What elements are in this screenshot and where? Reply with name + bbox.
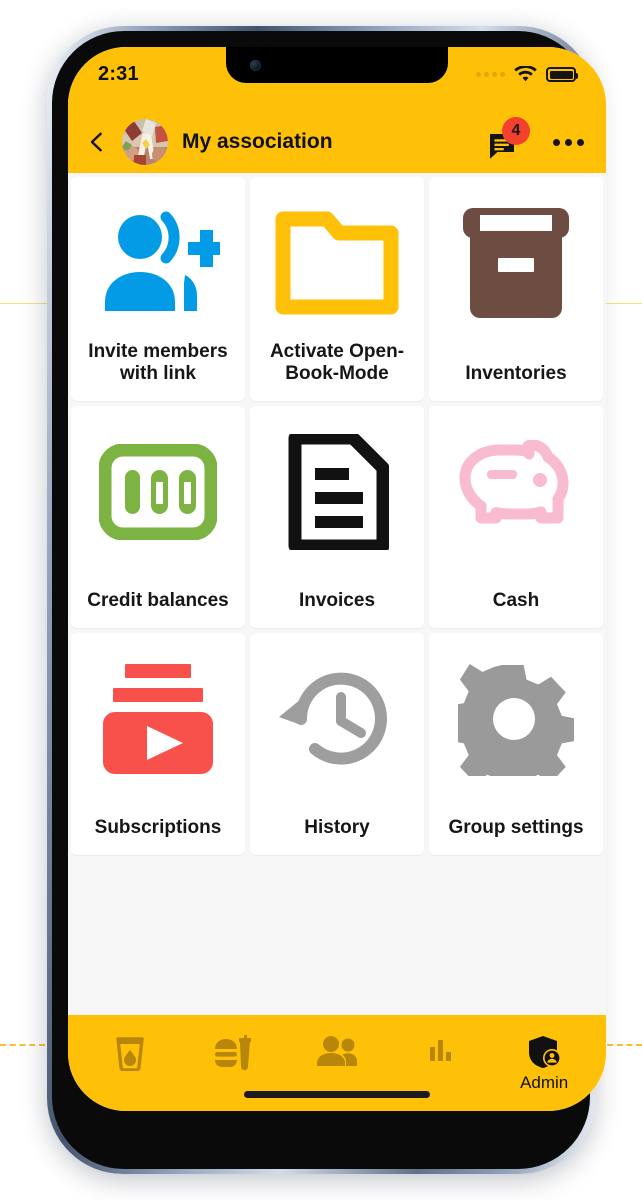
battery-full-icon [546, 67, 578, 82]
home-indicator[interactable] [244, 1091, 430, 1098]
front-camera-icon [250, 60, 261, 71]
dashboard-grid: Invite members with link Activate Open-B… [68, 177, 606, 401]
tile-label: Invite members with link [88, 340, 228, 384]
phone-screen: 2:31 My association 4 Invite members wit… [68, 47, 606, 1111]
tile-open-book-mode[interactable]: Activate Open-Book-Mode [250, 177, 424, 401]
tile-label: Cash [492, 589, 540, 611]
dashboard-grid-row-3: Subscriptions History Group settings [68, 633, 606, 855]
screenshot-stage: 2:31 My association 4 Invite members wit… [0, 0, 642, 1200]
tile-invoices[interactable]: Invoices [250, 406, 424, 628]
nav-item-drinks[interactable] [98, 1035, 162, 1071]
inventory-box-icon [460, 199, 572, 327]
piggy-bank-icon [455, 428, 577, 556]
tile-label: Activate Open-Book-Mode [269, 340, 405, 384]
tile-credit-balances[interactable]: Credit balances [71, 406, 245, 628]
gear-settings-icon [458, 655, 574, 783]
fastfood-icon [215, 1035, 252, 1070]
money-100-icon [99, 428, 217, 556]
tile-subscriptions[interactable]: Subscriptions [71, 633, 245, 855]
content-spacer [68, 855, 606, 1015]
signal-dots-icon [476, 72, 505, 77]
nav-item-food[interactable] [201, 1035, 265, 1071]
person-add-icon [96, 199, 220, 327]
nav-item-statistics[interactable] [409, 1035, 473, 1065]
page-title: My association [182, 130, 333, 153]
bar-chart-icon [429, 1040, 451, 1061]
status-indicators [476, 63, 578, 83]
tile-label: Credit balances [87, 589, 229, 611]
invoice-document-icon [285, 428, 389, 556]
back-chevron-icon[interactable] [86, 131, 108, 153]
tile-label: History [304, 816, 370, 838]
tile-cash[interactable]: Cash [429, 406, 603, 628]
nav-item-members[interactable] [305, 1035, 369, 1067]
dashboard-grid-area: Invite members with link Activate Open-B… [68, 173, 606, 855]
folder-open-icon [275, 199, 399, 327]
phone-frame: 2:31 My association 4 Invite members wit… [47, 26, 606, 1174]
people-group-icon [316, 1036, 357, 1066]
wifi-icon [514, 66, 537, 82]
avatar[interactable] [122, 119, 168, 165]
admin-shield-icon [529, 1036, 562, 1068]
phone-bezel: 2:31 My association 4 Invite members wit… [52, 31, 606, 1169]
tile-label: Subscriptions [94, 816, 222, 838]
nav-item-admin[interactable]: Admin [512, 1035, 576, 1093]
history-clock-icon [277, 655, 397, 783]
tile-history[interactable]: History [250, 633, 424, 855]
tile-invite-members[interactable]: Invite members with link [71, 177, 245, 401]
tile-label: Group settings [448, 816, 584, 838]
tile-label: Invoices [298, 589, 376, 611]
dashboard-grid-row-2: Credit balances Invoices Cash [68, 406, 606, 628]
tile-inventories[interactable]: Inventories [429, 177, 603, 401]
drink-glass-icon [116, 1037, 144, 1071]
tile-group-settings[interactable]: Group settings [429, 633, 603, 855]
subscriptions-icon [99, 655, 217, 783]
app-bar: My association 4 [68, 111, 606, 173]
nav-item-label: Admin [520, 1073, 569, 1092]
chat-unread-badge: 4 [502, 117, 530, 145]
display-notch [226, 47, 448, 83]
more-options-icon[interactable] [553, 138, 584, 146]
status-clock: 2:31 [98, 63, 139, 85]
tile-label: Inventories [465, 362, 567, 384]
chat-button[interactable]: 4 [487, 117, 530, 159]
